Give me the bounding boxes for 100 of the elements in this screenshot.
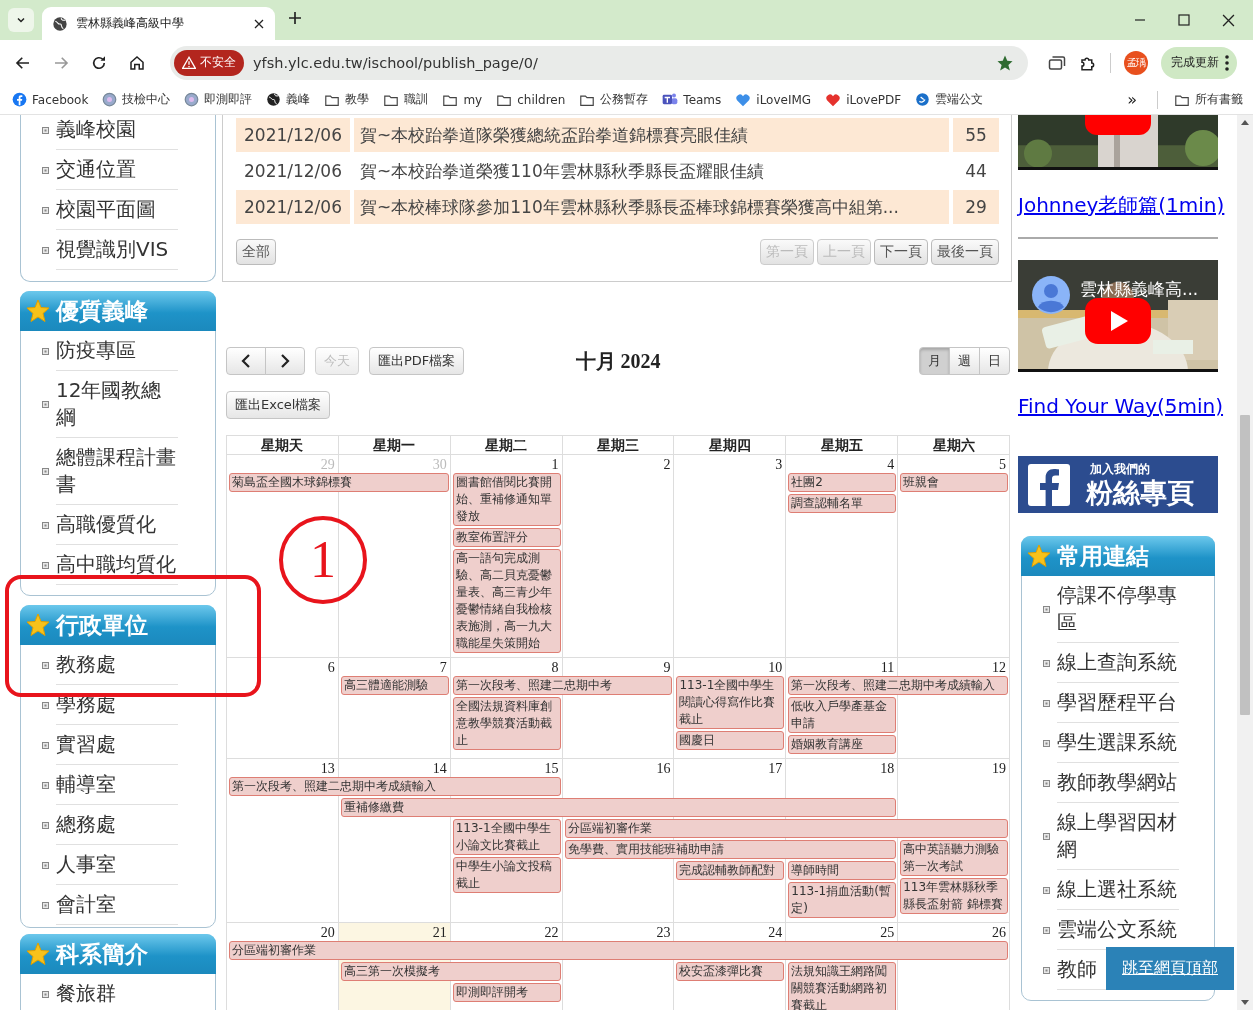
pager-button[interactable]: 下一頁 bbox=[874, 239, 928, 265]
bookmark[interactable]: 職訓 bbox=[383, 91, 429, 108]
calendar-event[interactable]: 圖書館借閱比賽開始、重補修通知單發放 bbox=[452, 473, 561, 526]
menu-item[interactable]: 會計室 bbox=[56, 891, 116, 918]
bookmark[interactable]: 公務暫存 bbox=[579, 91, 649, 108]
link-item[interactable]: 學習歷程平台 bbox=[1057, 689, 1177, 716]
all-button[interactable]: 全部 bbox=[236, 239, 276, 265]
close-icon[interactable] bbox=[253, 17, 265, 30]
all-bookmarks-button[interactable]: 所有書籤 bbox=[1174, 91, 1243, 108]
menu-item[interactable]: 義峰校園 bbox=[56, 116, 136, 143]
export-pdf-button[interactable]: 匯出PDF檔案 bbox=[369, 347, 465, 375]
pager-button[interactable]: 最後一頁 bbox=[931, 239, 999, 265]
previous-button[interactable] bbox=[226, 347, 266, 375]
view-tab[interactable]: 月 bbox=[919, 347, 950, 375]
bookmark[interactable]: 雲端公文 bbox=[915, 91, 984, 108]
view-tab[interactable]: 週 bbox=[949, 347, 980, 375]
link-item[interactable]: 教師教學網站 bbox=[1057, 769, 1177, 796]
link-item[interactable]: 停課不停學專區 bbox=[1057, 582, 1179, 636]
link-item[interactable]: 雲端公文系統 bbox=[1057, 916, 1177, 943]
calendar-event[interactable]: 重補修繳費 bbox=[340, 798, 897, 817]
browser-tab[interactable]: 雲林縣義峰高級中學 bbox=[42, 7, 275, 40]
bookmark[interactable]: Teams bbox=[662, 92, 722, 107]
menu-item[interactable]: 輔導室 bbox=[56, 771, 116, 798]
bookmark[interactable]: Facebook bbox=[12, 92, 89, 107]
calendar-event[interactable]: 教室佈置評分 bbox=[452, 528, 561, 547]
link-item[interactable]: 線上選社系統 bbox=[1057, 876, 1177, 903]
calendar-event[interactable]: 分區端初審作業 bbox=[564, 819, 1008, 838]
link-item[interactable]: 線上學習因材網 bbox=[1057, 809, 1179, 863]
more-bookmarks-button[interactable]: » bbox=[1123, 90, 1141, 109]
calendar-event[interactable]: 完成認輔教師配對 bbox=[676, 861, 785, 880]
menu-item[interactable]: 總務處 bbox=[56, 811, 116, 838]
scroll-down-icon[interactable] bbox=[1241, 1000, 1249, 1005]
url-text[interactable]: yfsh.ylc.edu.tw/ischool/publish_page/0/ bbox=[253, 54, 996, 71]
home-icon[interactable] bbox=[128, 53, 146, 72]
menu-item[interactable]: 餐旅群 bbox=[56, 980, 116, 1007]
calendar-event[interactable]: 113年雲林縣秋季縣長盃射箭 錦標賽 bbox=[900, 878, 1008, 914]
calendar-event[interactable]: 校安盃漆彈比賽 bbox=[676, 962, 785, 981]
back-to-top-button[interactable]: 跳至網頁頂部 bbox=[1106, 947, 1234, 990]
menu-item[interactable]: 實習處 bbox=[56, 731, 116, 758]
news-title[interactable]: 賀~本校跆拳道榮獲110年雲林縣秋季縣長盃耀眼佳績 bbox=[354, 154, 949, 188]
video-link[interactable]: Johnney老師篇(1min) bbox=[1018, 192, 1225, 219]
view-tab[interactable]: 日 bbox=[979, 347, 1010, 375]
menu-item[interactable]: 人事室 bbox=[56, 851, 116, 878]
calendar-event[interactable]: 113-1全國中學生小論文比賽截止 bbox=[452, 819, 561, 855]
bookmark[interactable]: iLovePDF bbox=[825, 92, 902, 107]
menu-item[interactable]: 防疫專區 bbox=[56, 337, 136, 364]
menu-item[interactable]: 交通位置 bbox=[56, 156, 136, 183]
calendar-event[interactable]: 導師時間 bbox=[788, 861, 897, 880]
export-excel-button[interactable]: 匯出Excel檔案 bbox=[226, 391, 331, 419]
calendar-event[interactable]: 第一次段考、照建二忠期中考成績輸入 bbox=[229, 777, 561, 796]
calendar-event[interactable]: 國慶日 bbox=[676, 731, 785, 750]
calendar-event[interactable]: 高三體適能測驗 bbox=[340, 676, 449, 695]
maximize-icon[interactable] bbox=[1178, 14, 1190, 26]
calendar-event[interactable]: 高一語句完成測驗、高二貝克憂鬱量表、高三青少年憂鬱情緒自我檢核表施測，高一九大職能星失策開始 bbox=[452, 549, 561, 653]
calendar-event[interactable]: 113-1捐血活動(暫定) bbox=[788, 882, 897, 918]
calendar-event[interactable]: 高中英語聽力測驗第一次考試 bbox=[900, 840, 1008, 876]
security-chip[interactable]: 不安全 bbox=[174, 49, 244, 76]
next-button[interactable] bbox=[265, 347, 305, 375]
link-item[interactable]: 教師 bbox=[1057, 956, 1097, 983]
calendar-event[interactable]: 中學生小論文投稿截止 bbox=[452, 857, 561, 893]
calendar-event[interactable]: 分區端初審作業 bbox=[229, 941, 1008, 960]
news-title[interactable]: 賀~本校棒球隊參加110年雲林縣秋季縣長盃棒球錦標賽榮獲高中組第... bbox=[354, 190, 949, 224]
profile-avatar[interactable]: 孟瑀 bbox=[1124, 50, 1148, 75]
calendar-event[interactable]: 第一次段考、照建二忠期中考 bbox=[452, 676, 673, 695]
bookmark[interactable]: 教學 bbox=[324, 91, 370, 108]
address-bar[interactable]: 不安全 yfsh.ylc.edu.tw/ischool/publish_page/0/ bbox=[170, 45, 1028, 80]
cards-icon[interactable] bbox=[1048, 54, 1066, 71]
menu-item[interactable]: 12年國教總綱 bbox=[56, 377, 178, 431]
menu-item[interactable]: 總體課程計畫書 bbox=[56, 444, 178, 498]
bookmark[interactable]: my bbox=[442, 92, 483, 107]
calendar-event[interactable]: 113-1全國中學生閱讀心得寫作比賽截止 bbox=[676, 676, 785, 729]
bookmark[interactable]: iLoveIMG bbox=[735, 92, 812, 107]
link-item[interactable]: 學生選課系統 bbox=[1057, 729, 1177, 756]
menu-item[interactable]: 高中職均質化 bbox=[56, 551, 176, 578]
link-item[interactable]: 線上查詢系統 bbox=[1057, 649, 1177, 676]
calendar-event[interactable]: 調查認輔名單 bbox=[788, 494, 897, 513]
bookmark[interactable]: 技檢中心 bbox=[102, 91, 171, 108]
menu-item[interactable]: 視覺識別VIS bbox=[56, 236, 169, 263]
calendar-event[interactable]: 菊島盃全國木球錦標賽 bbox=[229, 473, 449, 492]
bookmark[interactable]: 即測即評 bbox=[184, 91, 253, 108]
bookmark[interactable]: 義峰 bbox=[266, 91, 311, 108]
menu-item[interactable]: 教務處 bbox=[56, 651, 116, 678]
update-button[interactable]: 完成更新 bbox=[1161, 46, 1237, 79]
calendar-event[interactable]: 婚姻教育講座 bbox=[788, 735, 897, 754]
calendar-event[interactable]: 法規知識王網路闖關競賽活動網路初賽截止 bbox=[788, 962, 897, 1010]
facebook-banner[interactable]: 加入我們的 粉絲專頁 bbox=[1018, 456, 1218, 513]
news-title[interactable]: 賀~本校跆拳道隊榮獲總統盃跆拳道錦標賽亮眼佳績 bbox=[354, 118, 949, 152]
calendar-event[interactable]: 即測即評開考 bbox=[452, 983, 561, 1002]
calendar-event[interactable]: 社團2 bbox=[788, 473, 897, 492]
calendar-event[interactable]: 低收入戶學產基金申請 bbox=[788, 697, 897, 733]
scroll-up-icon[interactable] bbox=[1241, 120, 1249, 125]
calendar-event[interactable]: 全國法規資料庫創意教學競賽活動截止 bbox=[452, 697, 561, 750]
menu-item[interactable]: 校園平面圖 bbox=[56, 196, 156, 223]
scrollbar-thumb[interactable] bbox=[1240, 415, 1250, 715]
menu-item[interactable]: 高職優質化 bbox=[56, 511, 156, 538]
video-link[interactable]: Find Your Way(5min) bbox=[1018, 394, 1224, 418]
calendar-event[interactable]: 第一次段考、照建二忠期中考成績輸入 bbox=[788, 676, 1008, 695]
new-tab-icon[interactable] bbox=[287, 10, 303, 26]
close-icon[interactable] bbox=[1222, 13, 1235, 27]
calendar-event[interactable]: 高三第一次模擬考 bbox=[340, 962, 561, 981]
